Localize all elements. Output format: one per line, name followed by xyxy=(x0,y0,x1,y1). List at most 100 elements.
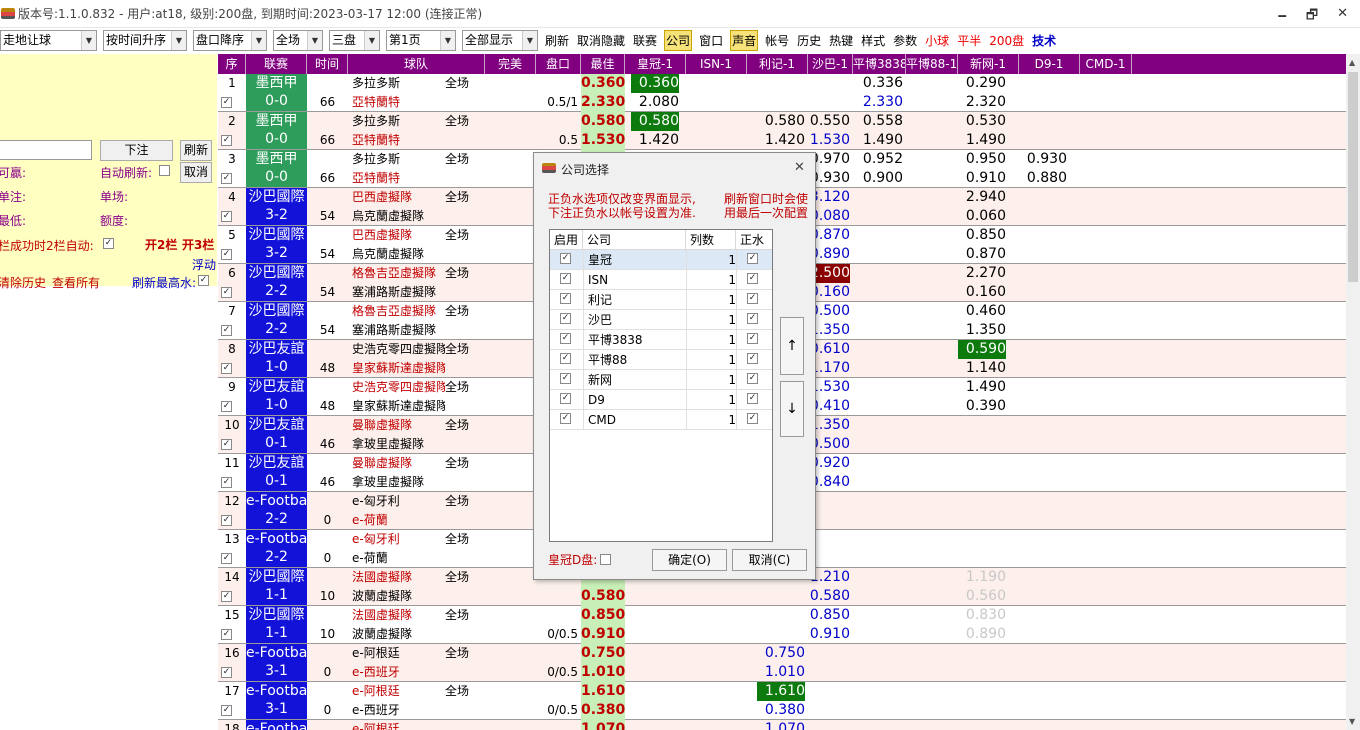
best-home[interactable]: 0.850 xyxy=(581,606,625,625)
pinnacle3838-odds[interactable] xyxy=(853,492,903,511)
d9-odds[interactable] xyxy=(1019,378,1067,397)
pinnacle3838-odds[interactable] xyxy=(853,188,903,207)
shaba-odds[interactable]: 0.850 xyxy=(808,606,850,625)
league-cell[interactable]: 墨西甲 0-0 xyxy=(246,112,307,149)
match-time[interactable]: 0 xyxy=(307,701,348,720)
best-away[interactable]: 0.910 xyxy=(581,625,625,644)
league-cell[interactable]: 沙巴國際 1-1 xyxy=(246,568,307,605)
move-up-button[interactable]: ↑ xyxy=(780,317,804,375)
column-count[interactable]: 1 xyxy=(686,350,736,370)
d9-odds[interactable] xyxy=(1019,435,1067,454)
d9-odds[interactable] xyxy=(1019,302,1067,321)
team-home[interactable]: 曼聯虛擬隊 xyxy=(352,454,445,473)
column-header[interactable]: 盘口 xyxy=(536,54,581,74)
column-header[interactable]: ISN-1 xyxy=(686,54,747,74)
league-cell[interactable]: 沙巴友誼 0-1 xyxy=(246,454,307,491)
company-row[interactable]: ✓ 皇冠 1 ✓ xyxy=(550,250,772,270)
chevron-down-icon[interactable]: ▼ xyxy=(522,30,537,50)
toolbar-button[interactable]: 小球 xyxy=(924,31,950,50)
clear-history-link[interactable]: 清除历史 xyxy=(0,274,46,291)
xinwang-odds[interactable]: 0.060 xyxy=(958,207,1006,226)
match-time[interactable]: 54 xyxy=(307,245,348,264)
league-cell[interactable]: 沙巴國際 2-2 xyxy=(246,302,307,339)
league-cell[interactable]: e-Footbal 3-1 xyxy=(246,644,307,681)
team-away[interactable]: 亞特蘭特 xyxy=(352,93,445,112)
best-home[interactable]: 1.070 xyxy=(581,720,625,730)
row-checkbox[interactable]: ✓ xyxy=(221,667,232,678)
refresh-max-checkbox[interactable]: ✓ xyxy=(198,275,209,286)
crown-odds[interactable] xyxy=(631,720,679,730)
pinnacle3838-odds[interactable] xyxy=(853,416,903,435)
handicap-value[interactable]: 0.5 xyxy=(536,131,578,150)
d9-odds[interactable] xyxy=(1019,568,1067,587)
column-header[interactable]: 最佳 xyxy=(581,54,625,74)
col-enable[interactable]: 启用 xyxy=(550,230,583,250)
positive-checkbox[interactable]: ✓ xyxy=(747,293,758,304)
column-header[interactable]: CMD-1 xyxy=(1080,54,1132,74)
period-label[interactable]: 全场 xyxy=(445,682,485,701)
enable-checkbox[interactable]: ✓ xyxy=(560,313,571,324)
column-header[interactable]: 球队 xyxy=(348,54,485,74)
period-label[interactable]: 全场 xyxy=(445,606,485,625)
row-checkbox[interactable]: ✓ xyxy=(221,135,232,146)
pinnacle3838-odds[interactable] xyxy=(853,245,903,264)
xinwang-odds[interactable]: 0.460 xyxy=(958,302,1006,321)
shaba-odds[interactable]: 0.580 xyxy=(808,587,850,606)
period-label[interactable] xyxy=(445,720,485,730)
pinnacle3838-odds[interactable] xyxy=(853,207,903,226)
d9-odds[interactable] xyxy=(1019,454,1067,473)
league-cell[interactable]: e-Footbal xyxy=(246,720,307,730)
row-checkbox[interactable]: ✓ xyxy=(221,629,232,640)
xinwang-odds[interactable]: 2.940 xyxy=(958,188,1006,207)
pinnacle3838-odds[interactable] xyxy=(853,625,903,644)
best-home[interactable]: 0.580 xyxy=(581,112,625,131)
team-home[interactable]: e-阿根廷 xyxy=(352,720,445,730)
column-count[interactable]: 1 xyxy=(686,310,736,330)
d9-odds[interactable] xyxy=(1019,720,1067,730)
team-away[interactable]: 亞特蘭特 xyxy=(352,169,445,188)
team-home[interactable]: e-阿根廷 xyxy=(352,644,445,663)
positive-checkbox[interactable]: ✓ xyxy=(747,393,758,404)
league-cell[interactable]: 墨西甲 0-0 xyxy=(246,74,307,111)
cancel-button[interactable]: 取消 xyxy=(180,162,212,183)
positive-checkbox[interactable]: ✓ xyxy=(747,333,758,344)
team-away[interactable]: 波蘭虛擬隊 xyxy=(352,625,445,644)
xinwang-odds[interactable] xyxy=(958,644,1006,663)
team-home[interactable]: 多拉多斯 xyxy=(352,74,445,93)
d9-odds[interactable] xyxy=(1019,587,1067,606)
best-away[interactable]: 0.580 xyxy=(581,587,625,606)
shaba-odds[interactable] xyxy=(808,74,850,93)
col-count[interactable]: 列数 xyxy=(686,230,736,250)
pinnacle3838-odds[interactable] xyxy=(853,359,903,378)
enable-checkbox[interactable]: ✓ xyxy=(560,413,571,424)
team-away[interactable]: 皇家蘇斯達虛擬隊 xyxy=(352,397,445,416)
period-label[interactable]: 全场 xyxy=(445,568,485,587)
d9-odds[interactable]: 0.880 xyxy=(1019,169,1067,188)
open3-button[interactable]: 开3栏 xyxy=(182,236,214,253)
period-label[interactable]: 全场 xyxy=(445,454,485,473)
company-row[interactable]: ✓ D9 1 ✓ xyxy=(550,390,772,410)
crown-odds[interactable]: 0.580 xyxy=(631,112,679,131)
view-all-link[interactable]: 查看所有 xyxy=(52,274,100,291)
team-home[interactable]: 巴西虛擬隊 xyxy=(352,188,445,207)
d9-odds[interactable] xyxy=(1019,644,1067,663)
team-away[interactable]: e-西班牙 xyxy=(352,663,445,682)
ok-button[interactable]: 确定(O) xyxy=(652,549,727,571)
cancel-dialog-button[interactable]: 取消(C) xyxy=(732,549,807,571)
crown-odds[interactable] xyxy=(631,663,679,682)
toolbar-button[interactable]: 平半 xyxy=(956,31,982,50)
bet-amount-input[interactable] xyxy=(0,140,92,160)
period-label[interactable]: 全场 xyxy=(445,74,485,93)
period-label[interactable]: 全场 xyxy=(445,644,485,663)
match-time[interactable]: 66 xyxy=(307,169,348,188)
crown-odds[interactable] xyxy=(631,625,679,644)
liji-odds[interactable] xyxy=(747,625,805,644)
shaba-odds[interactable] xyxy=(808,644,850,663)
liji-odds[interactable]: 1.420 xyxy=(747,131,805,150)
xinwang-odds[interactable] xyxy=(958,549,1006,568)
team-home[interactable]: 格魯吉亞虛擬隊 xyxy=(352,264,445,283)
xinwang-odds[interactable] xyxy=(958,720,1006,730)
xinwang-odds[interactable]: 1.140 xyxy=(958,359,1006,378)
column-count[interactable]: 1 xyxy=(686,270,736,290)
auto-refresh-checkbox[interactable] xyxy=(159,165,170,176)
